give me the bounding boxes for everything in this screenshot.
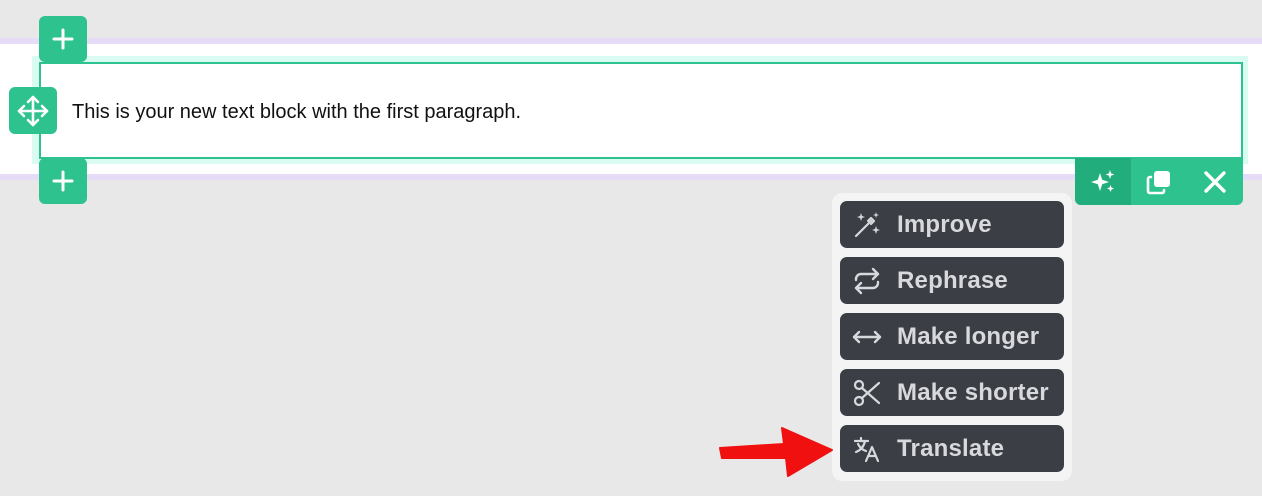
magic-wand-icon bbox=[852, 210, 882, 240]
ai-action-rephrase[interactable]: Rephrase bbox=[840, 257, 1064, 304]
add-block-below-button[interactable] bbox=[39, 158, 87, 204]
plus-icon bbox=[52, 170, 74, 192]
ai-action-label: Rephrase bbox=[897, 266, 1008, 294]
ai-action-improve[interactable]: Improve bbox=[840, 201, 1064, 248]
ai-action-label: Make longer bbox=[897, 322, 1040, 350]
ai-actions-menu: Improve Rephrase Make longer Make shorte… bbox=[832, 193, 1072, 481]
ai-action-label: Improve bbox=[897, 210, 992, 238]
row-bottom-tint bbox=[0, 174, 1262, 180]
ai-action-label: Translate bbox=[897, 434, 1005, 462]
ai-assistant-button[interactable] bbox=[1075, 158, 1131, 205]
scissors-icon bbox=[852, 378, 882, 408]
repeat-icon bbox=[852, 266, 882, 296]
ai-action-make-shorter[interactable]: Make shorter bbox=[840, 369, 1064, 416]
move-arrows-icon bbox=[17, 95, 49, 126]
annotation-arrow-icon bbox=[719, 427, 833, 477]
row-top-tint bbox=[0, 38, 1262, 44]
sparkles-icon bbox=[1091, 169, 1115, 192]
block-toolbar bbox=[1075, 158, 1243, 205]
close-icon bbox=[1204, 170, 1226, 193]
delete-block-button[interactable] bbox=[1187, 158, 1243, 205]
add-block-above-button[interactable] bbox=[39, 16, 87, 62]
ai-action-label: Make shorter bbox=[897, 378, 1049, 406]
paragraph-text[interactable]: This is your new text block with the fir… bbox=[72, 101, 521, 123]
translate-icon bbox=[852, 434, 882, 464]
ai-action-translate[interactable]: Translate bbox=[840, 425, 1064, 472]
duplicate-icon bbox=[1146, 170, 1170, 194]
duplicate-block-button[interactable] bbox=[1131, 158, 1187, 205]
text-block[interactable]: This is your new text block with the fir… bbox=[39, 62, 1243, 159]
arrows-horizontal-icon bbox=[852, 322, 882, 352]
ai-action-make-longer[interactable]: Make longer bbox=[840, 313, 1064, 360]
move-block-handle[interactable] bbox=[9, 87, 57, 134]
plus-icon bbox=[52, 28, 74, 50]
